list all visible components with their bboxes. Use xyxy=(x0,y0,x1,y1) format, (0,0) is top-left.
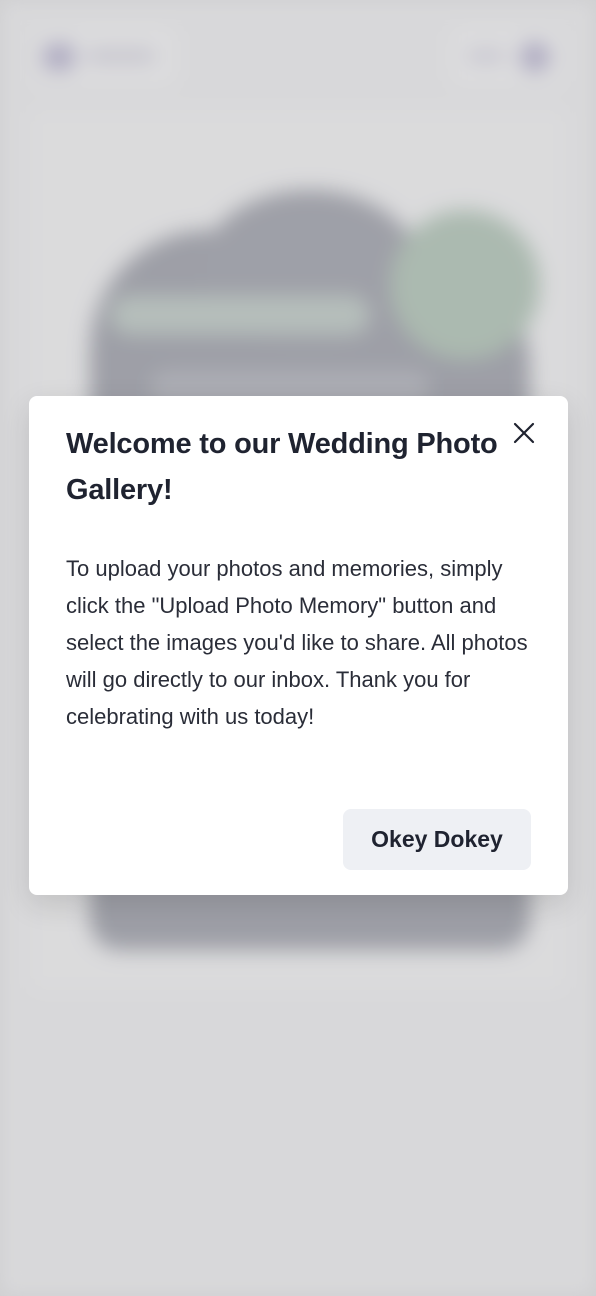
okey-dokey-button[interactable]: Okey Dokey xyxy=(343,809,531,870)
welcome-modal: Welcome to our Wedding Photo Gallery! To… xyxy=(29,396,568,895)
modal-body-text: To upload your photos and memories, simp… xyxy=(66,556,528,729)
close-button[interactable] xyxy=(509,418,539,448)
close-icon xyxy=(513,422,535,444)
modal-title: Welcome to our Wedding Photo Gallery! xyxy=(66,428,498,506)
